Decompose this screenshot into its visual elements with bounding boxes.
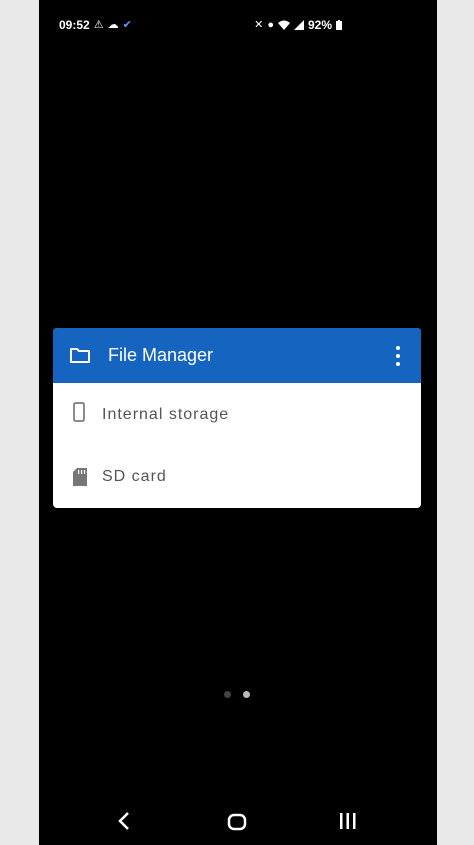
back-icon[interactable] bbox=[117, 811, 131, 831]
sd-card-icon bbox=[73, 468, 87, 486]
location-icon: ● bbox=[267, 19, 274, 31]
phone-icon bbox=[73, 402, 85, 422]
signal-icon bbox=[293, 20, 304, 30]
phone-screen: 09:52 ⚠ ☁ ✔ ✕ ● 92% File Manager Interna… bbox=[39, 0, 437, 845]
more-options-icon[interactable] bbox=[395, 346, 401, 366]
sd-card-label: SD card bbox=[102, 468, 167, 485]
page-dot[interactable] bbox=[224, 691, 231, 698]
page-indicator bbox=[224, 691, 250, 698]
mute-icon: ✕ bbox=[254, 19, 264, 31]
status-bar: 09:52 ⚠ ☁ ✔ ✕ ● 92% bbox=[39, 10, 437, 40]
home-icon[interactable] bbox=[227, 813, 247, 831]
internal-storage-label: Internal storage bbox=[102, 406, 230, 423]
sd-card-item[interactable]: SD card bbox=[53, 446, 421, 506]
warning-icon: ⚠ bbox=[93, 19, 104, 31]
cloud-icon: ☁ bbox=[107, 19, 119, 31]
folder-icon bbox=[70, 348, 90, 363]
check-icon: ✔ bbox=[122, 19, 132, 31]
wifi-icon bbox=[277, 20, 290, 30]
status-time: 09:52 bbox=[59, 18, 90, 32]
status-right: ✕ ● 92% bbox=[254, 18, 342, 32]
battery-icon bbox=[336, 20, 342, 30]
status-left: 09:52 ⚠ ☁ ✔ bbox=[59, 18, 132, 32]
widget-title[interactable]: File Manager bbox=[108, 345, 213, 366]
widget-header[interactable]: File Manager bbox=[53, 328, 421, 383]
file-manager-widget: File Manager Internal storage SD card bbox=[53, 328, 421, 508]
navigation-bar bbox=[39, 805, 437, 840]
internal-storage-item[interactable]: Internal storage bbox=[53, 384, 421, 444]
battery-percent: 92% bbox=[307, 18, 332, 32]
recents-icon[interactable] bbox=[338, 812, 358, 830]
page-dot-active[interactable] bbox=[243, 691, 250, 698]
